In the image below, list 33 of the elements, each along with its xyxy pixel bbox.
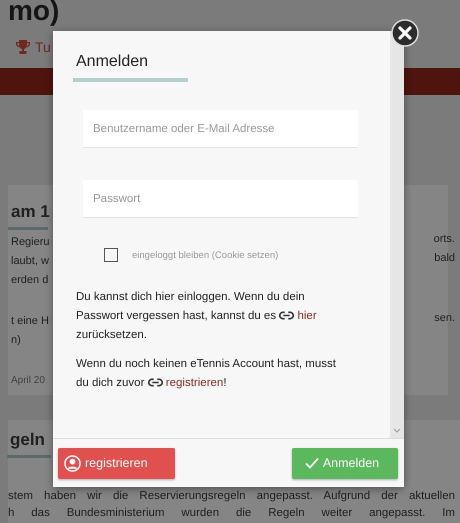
text-line: t eine H <box>11 314 50 329</box>
text-line: laubt, w <box>11 254 50 269</box>
link-icon <box>279 311 294 320</box>
text-line: erden d <box>11 273 50 288</box>
checkbox[interactable] <box>104 248 118 262</box>
text-link[interactable]: registrieren <box>148 377 224 389</box>
input-field[interactable]: Benutzername oder E-Mail Adresse <box>83 110 358 148</box>
input-field[interactable]: Passwort <box>83 180 358 218</box>
register-button[interactable]: registrieren <box>58 448 175 478</box>
card-title: geln <box>10 430 45 449</box>
card-date: April 20 <box>11 375 46 386</box>
text-line: n) <box>11 333 22 348</box>
nav-link[interactable]: Tu <box>35 39 51 55</box>
text-line: bald <box>434 251 455 266</box>
text-line: h das Bundesministerium wurden die Regeln weiter angepasst. Im <box>8 506 455 521</box>
login-button[interactable]: Anmelden <box>292 448 398 478</box>
scrollbar[interactable] <box>390 31 404 438</box>
page-title: mo) <box>8 0 60 24</box>
text-line: Regieru <box>11 235 50 250</box>
checkbox-label: eingeloggt bleiben (Cookie setzen) <box>132 250 278 260</box>
card-title: am 1 <box>11 202 50 222</box>
text-line: stem haben wir die Reservierungsregeln angepasst. Aufgrund der aktuellen <box>8 489 455 504</box>
user-icon <box>64 454 81 472</box>
close-icon[interactable] <box>391 19 419 47</box>
checkmark-icon <box>304 457 319 469</box>
dialog-title: Anmelden <box>76 52 148 72</box>
text-line: orts. <box>434 232 455 247</box>
text-link[interactable]: hier <box>279 310 317 322</box>
info-text: Du kannst dich hier einloggen. Wenn du dein Passwort vergessen hast, kannst du es hier zurücksetzen. <box>76 290 318 343</box>
trophy-icon <box>15 39 31 55</box>
text-line: sen. <box>434 311 455 326</box>
link-icon <box>148 378 163 387</box>
info-text: Wenn du noch keinen eTennis Account hast, musst du dich zuvor registrieren! <box>76 357 337 391</box>
